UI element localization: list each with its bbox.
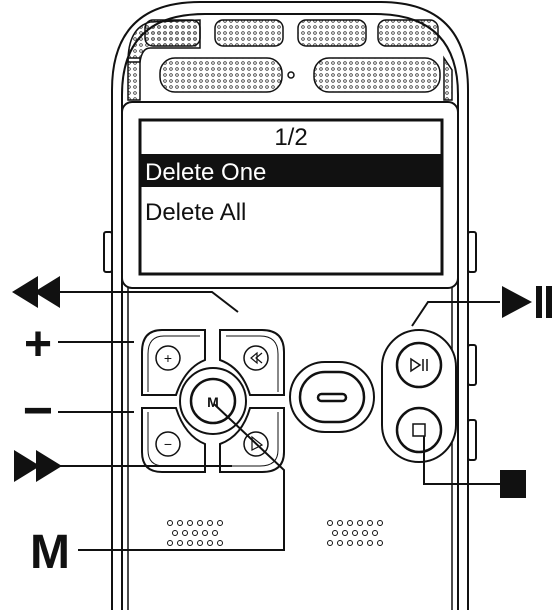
grille-top-2	[214, 19, 284, 47]
forward-callout-icon	[14, 450, 62, 482]
play-pause-callout-icon	[502, 286, 552, 318]
menu-item-delete-all[interactable]: Delete All	[145, 199, 246, 226]
left-side-key	[103, 231, 113, 273]
grille-bottom-right	[313, 57, 441, 93]
bottom-speaker-right	[327, 520, 383, 546]
bottom-speaker-left	[167, 520, 223, 546]
stop-button[interactable]	[395, 406, 443, 454]
grille-top-1	[144, 19, 201, 47]
microphone-hole	[287, 71, 295, 79]
right-side-key-low	[467, 419, 477, 461]
rewind-leader-line	[60, 291, 239, 313]
top-microphone-grille	[127, 19, 453, 101]
page-indicator: 1/2	[274, 124, 307, 151]
right-side-key-mid	[467, 344, 477, 386]
play-pause-leader-line	[411, 301, 500, 327]
grille-left-edge	[127, 57, 141, 101]
volume-up-callout: +	[24, 318, 52, 371]
minus-button-glyph: −	[164, 436, 172, 452]
volume-down-callout: −	[23, 382, 53, 440]
menu-callout: M	[30, 526, 70, 579]
record-slot-icon	[316, 392, 348, 403]
rewind-callout-icon	[12, 276, 60, 308]
plus-button-glyph: +	[164, 350, 172, 366]
menu-item-delete-one[interactable]: Delete One	[145, 159, 266, 186]
voice-recorder-diagram: 1/2 Delete One Delete All M + − + − M	[12, 1, 552, 610]
grille-top-4	[377, 19, 439, 47]
right-side-key-top	[467, 231, 477, 273]
stop-callout-icon	[500, 470, 526, 498]
device-outer-outline	[111, 1, 469, 610]
grille-bottom-left	[159, 57, 283, 93]
grille-top-3	[297, 19, 367, 47]
device-body	[103, 1, 477, 610]
grille-right-edge	[443, 55, 453, 101]
